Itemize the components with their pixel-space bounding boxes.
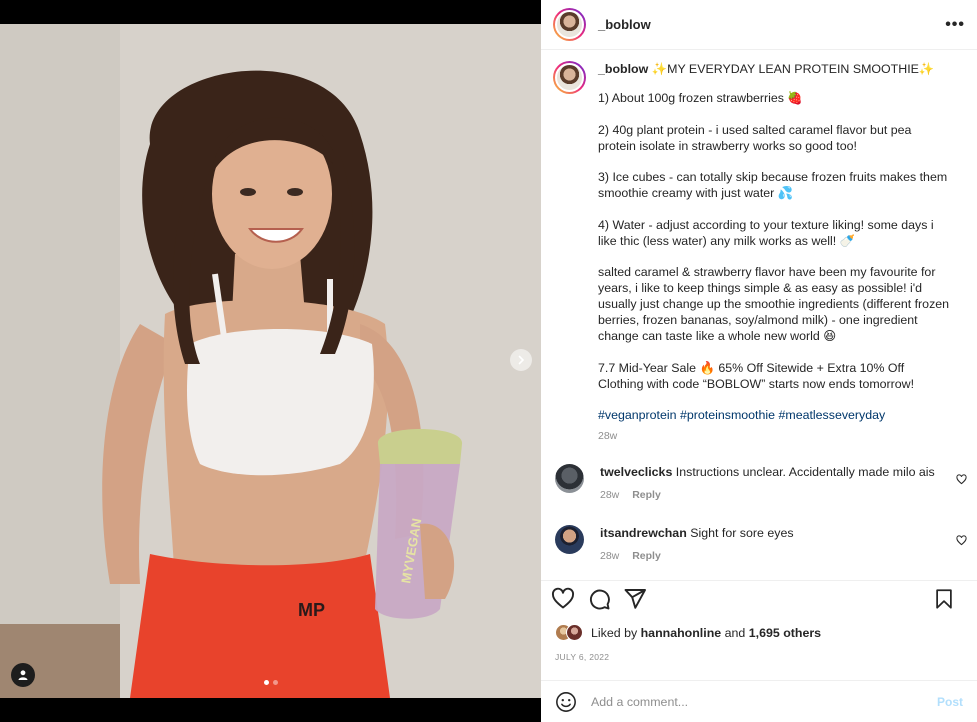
like-button[interactable]	[551, 587, 575, 611]
caption-paragraph: salted caramel & strawberry flavor have …	[598, 265, 950, 343]
emoji-icon	[556, 691, 576, 712]
caption-title: ✨MY EVERYDAY LEAN PROTEIN SMOOTHIE✨	[651, 62, 935, 76]
caption-time[interactable]: 28w	[598, 428, 950, 444]
carousel-indicator	[264, 680, 278, 685]
post-action-bar	[541, 580, 977, 616]
caption-avatar[interactable]	[553, 61, 586, 94]
carousel-dot-1	[264, 680, 269, 685]
caption-paragraph: 3) Ice cubes - can totally skip because …	[598, 170, 948, 200]
heart-icon	[552, 587, 574, 608]
more-icon[interactable]: •••	[945, 16, 965, 34]
comment-button[interactable]	[587, 587, 611, 611]
likes-and: and	[724, 626, 746, 640]
comment-icon	[590, 589, 610, 609]
liker-avatar	[566, 624, 583, 641]
caption-paragraph: 4) Water - adjust according to your text…	[598, 217, 934, 248]
likes-count[interactable]: 1,695 others	[749, 626, 821, 640]
post-date[interactable]: JULY 6, 2022	[555, 652, 609, 662]
comment-time[interactable]: 28w	[600, 550, 619, 562]
comment-body: itsandrewchan Sight for sore eyes 28w Re…	[600, 525, 794, 564]
user-tag-button[interactable]	[11, 663, 35, 687]
comment-meta: 28w Reply	[600, 487, 935, 503]
liker-avatars[interactable]	[555, 624, 585, 642]
caption-username[interactable]: _boblow	[598, 62, 648, 76]
comment-time[interactable]: 28w	[600, 489, 619, 501]
caption-paragraph: 2) 40g plant protein - i used salted car…	[598, 122, 912, 153]
post-side-panel: _boblow ••• _boblow ✨MY EVERYDAY LEAN PR…	[541, 0, 977, 722]
post-header: _boblow •••	[541, 0, 977, 50]
commenter-username[interactable]: itsandrewchan	[600, 526, 687, 540]
share-button[interactable]	[623, 587, 647, 611]
comment-item: itsandrewchan Sight for sore eyes 28w Re…	[541, 524, 977, 564]
add-comment-bar: Post	[541, 680, 977, 722]
comment-meta: 28w Reply	[600, 548, 794, 564]
caption-paragraph: 7.7 Mid-Year Sale 🔥 65% Off Sitewide + E…	[598, 360, 915, 391]
comment-body: twelveclicks Instructions unclear. Accid…	[600, 464, 935, 503]
carousel-next-button[interactable]	[510, 349, 532, 371]
post-photo[interactable]: MP MYVEGAN	[0, 24, 541, 698]
reply-button[interactable]: Reply	[632, 550, 661, 562]
post-media: MP MYVEGAN	[0, 0, 541, 722]
likes-prefix: Liked by	[591, 626, 638, 640]
commenter-avatar[interactable]	[555, 524, 584, 554]
reply-button[interactable]: Reply	[632, 489, 661, 501]
user-tag-icon	[18, 670, 28, 680]
author-avatar-image	[555, 10, 584, 39]
commenter-username[interactable]: twelveclicks	[600, 465, 672, 479]
caption-avatar-image	[555, 63, 584, 92]
comment-text: Sight for sore eyes	[690, 525, 794, 540]
heart-icon	[956, 534, 967, 545]
caption-text: _boblow ✨MY EVERYDAY LEAN PROTEIN SMOOTH…	[598, 61, 950, 444]
share-icon	[624, 588, 646, 609]
liked-by-user[interactable]: hannahonline	[641, 626, 722, 640]
comments-scroll-area[interactable]: _boblow ✨MY EVERYDAY LEAN PROTEIN SMOOTH…	[541, 51, 977, 571]
photo-illustration: MP MYVEGAN	[0, 24, 541, 698]
carousel-dot-2	[273, 680, 278, 685]
save-button[interactable]	[933, 588, 955, 610]
caption-hashtags[interactable]: #veganprotein #proteinsmoothie #meatless…	[598, 407, 950, 423]
likes-summary: Liked by hannahonline and 1,695 others	[555, 624, 821, 642]
chevron-right-icon	[518, 355, 525, 365]
author-avatar[interactable]	[553, 8, 586, 41]
comment-like-button[interactable]	[956, 472, 967, 490]
comment-like-button[interactable]	[956, 533, 967, 551]
caption: _boblow ✨MY EVERYDAY LEAN PROTEIN SMOOTH…	[541, 51, 977, 444]
commenter-avatar[interactable]	[555, 463, 584, 493]
heart-icon	[956, 473, 967, 484]
post-comment-button[interactable]: Post	[937, 695, 963, 709]
comment-item: twelveclicks Instructions unclear. Accid…	[541, 463, 977, 503]
svg-text:MP: MP	[298, 600, 325, 620]
emoji-button[interactable]	[555, 691, 577, 713]
author-username[interactable]: _boblow	[598, 17, 651, 32]
comment-input[interactable]	[591, 694, 911, 709]
bookmark-icon	[936, 588, 952, 609]
caption-paragraph: 1) About 100g frozen strawberries 🍓	[598, 91, 803, 105]
comment-text: Instructions unclear. Accidentally made …	[675, 464, 935, 479]
